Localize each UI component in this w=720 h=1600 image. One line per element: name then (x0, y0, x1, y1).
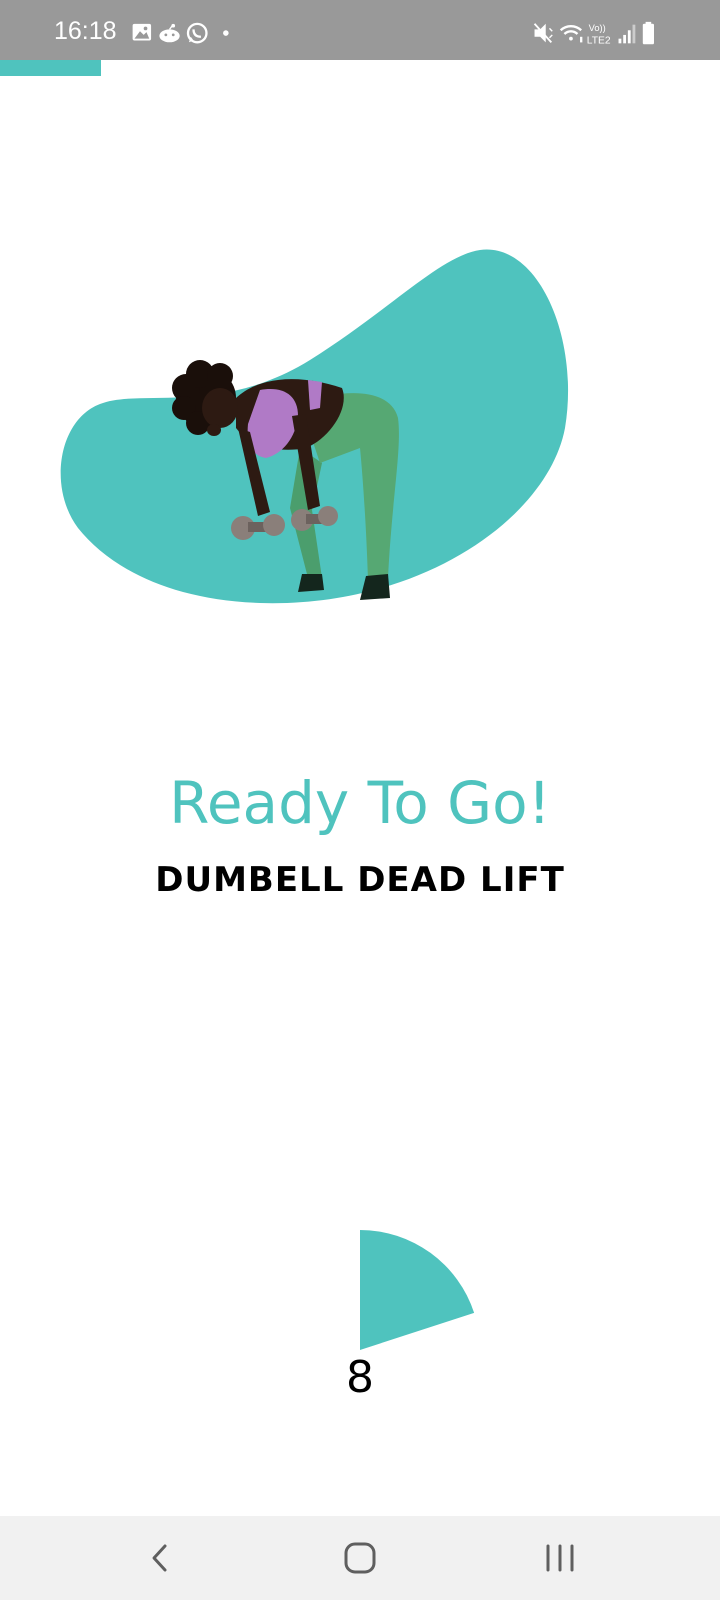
dot-icon (223, 30, 229, 36)
home-icon[interactable] (336, 1534, 384, 1582)
exercise-ready-screen: 16:18 Vo)) LTE2 Ready To Go! DUMBELL DEA… (0, 0, 720, 1600)
ready-headline: Ready To Go! (169, 769, 551, 837)
countdown-number: 8 (346, 1352, 374, 1403)
shoe-back (298, 574, 324, 592)
status-time: 16:18 (54, 17, 117, 45)
whatsapp-icon (186, 22, 208, 44)
sports-top-back (308, 380, 322, 410)
status-system-icons: Vo)) LTE2 (533, 21, 654, 46)
volte-lte2-icon: Vo)) LTE2 (587, 23, 611, 46)
status-bar: 16:18 Vo)) LTE2 (0, 0, 720, 60)
reddit-icon (159, 23, 180, 43)
svg-text:LTE2: LTE2 (587, 35, 611, 46)
workout-progress-bar (0, 60, 720, 76)
mute-icon (533, 23, 553, 44)
countdown-pie (360, 1230, 475, 1350)
recents-icon[interactable] (536, 1534, 584, 1582)
workout-progress-fill (0, 60, 101, 76)
exercise-name: DUMBELL DEAD LIFT (155, 860, 565, 900)
wifi-icon (559, 25, 583, 43)
back-icon[interactable] (136, 1534, 184, 1582)
battery-icon (642, 21, 654, 45)
status-notification-icons (132, 22, 229, 44)
navigation-bar (0, 1516, 720, 1600)
signal-icon (618, 24, 636, 44)
gallery-icon (132, 23, 152, 41)
svg-text:Vo)): Vo)) (589, 23, 606, 33)
woman-dumbbell-deadlift-illustration (60, 249, 569, 604)
countdown-wedge (360, 1230, 475, 1350)
